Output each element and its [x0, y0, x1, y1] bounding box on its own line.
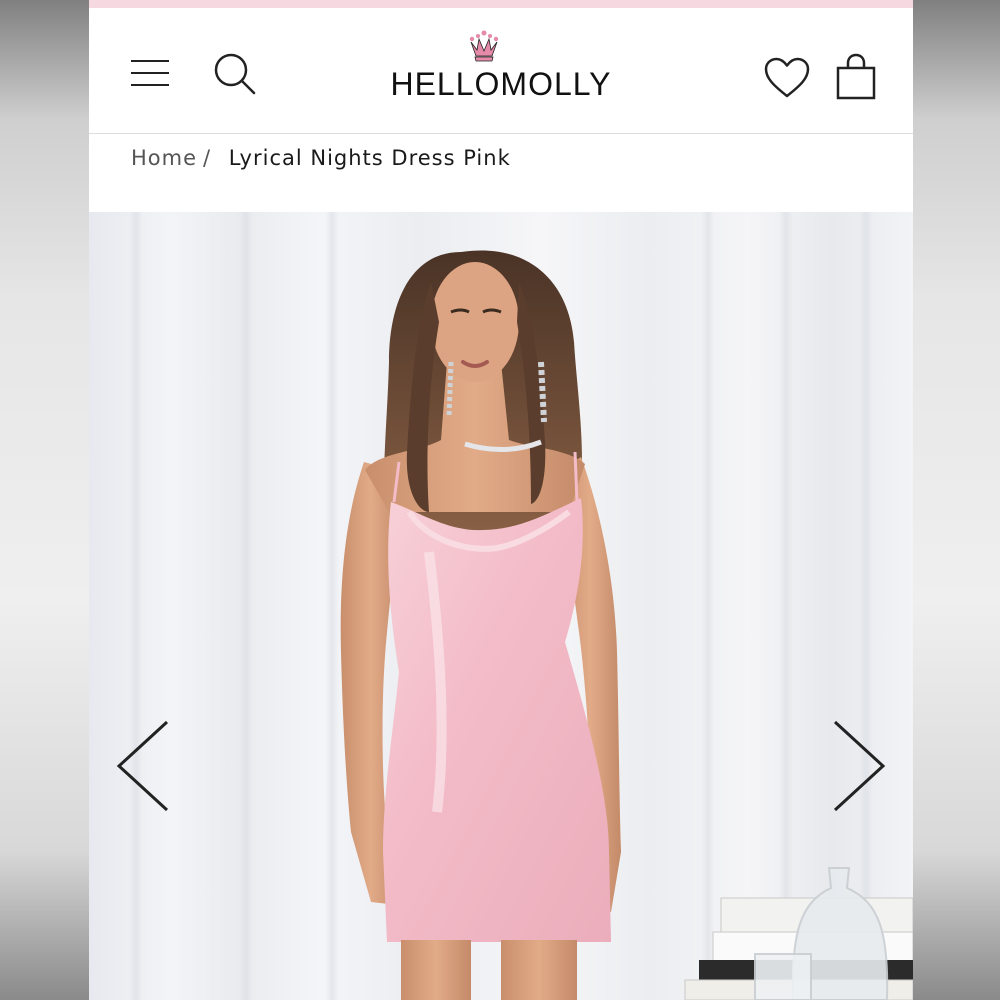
mobile-page: HELLOMOLLY Home / Lyrical Nights Dress Pi…: [89, 0, 913, 1000]
product-image-gallery[interactable]: [89, 212, 913, 1000]
product-photo: [340, 250, 913, 1000]
hamburger-menu-icon[interactable]: [131, 56, 171, 90]
dress: [383, 498, 611, 942]
background-left: [0, 0, 89, 1000]
model-right-leg: [501, 940, 577, 1000]
breadcrumb-current-page: Lyrical Nights Dress Pink: [228, 146, 511, 170]
site-header: HELLOMOLLY: [89, 8, 913, 134]
heart-icon[interactable]: [763, 56, 811, 100]
breadcrumb-home-link[interactable]: Home: [131, 146, 197, 170]
chevron-right-icon[interactable]: [829, 718, 889, 814]
brand-name: HELLOMOLLY: [390, 66, 612, 102]
model-left-leg: [401, 940, 471, 1000]
chevron-left-icon[interactable]: [113, 718, 173, 814]
crown-icon: [469, 30, 499, 62]
breadcrumb-separator: /: [203, 146, 212, 170]
search-icon[interactable]: [213, 52, 257, 98]
background-right: [913, 0, 1000, 1000]
breadcrumb: Home / Lyrical Nights Dress Pink: [89, 134, 913, 212]
shopping-bag-icon[interactable]: [835, 52, 877, 102]
glass-tumbler: [754, 953, 812, 1000]
promo-strip: [89, 0, 913, 8]
brand-logo[interactable]: HELLOMOLLY: [373, 30, 629, 110]
